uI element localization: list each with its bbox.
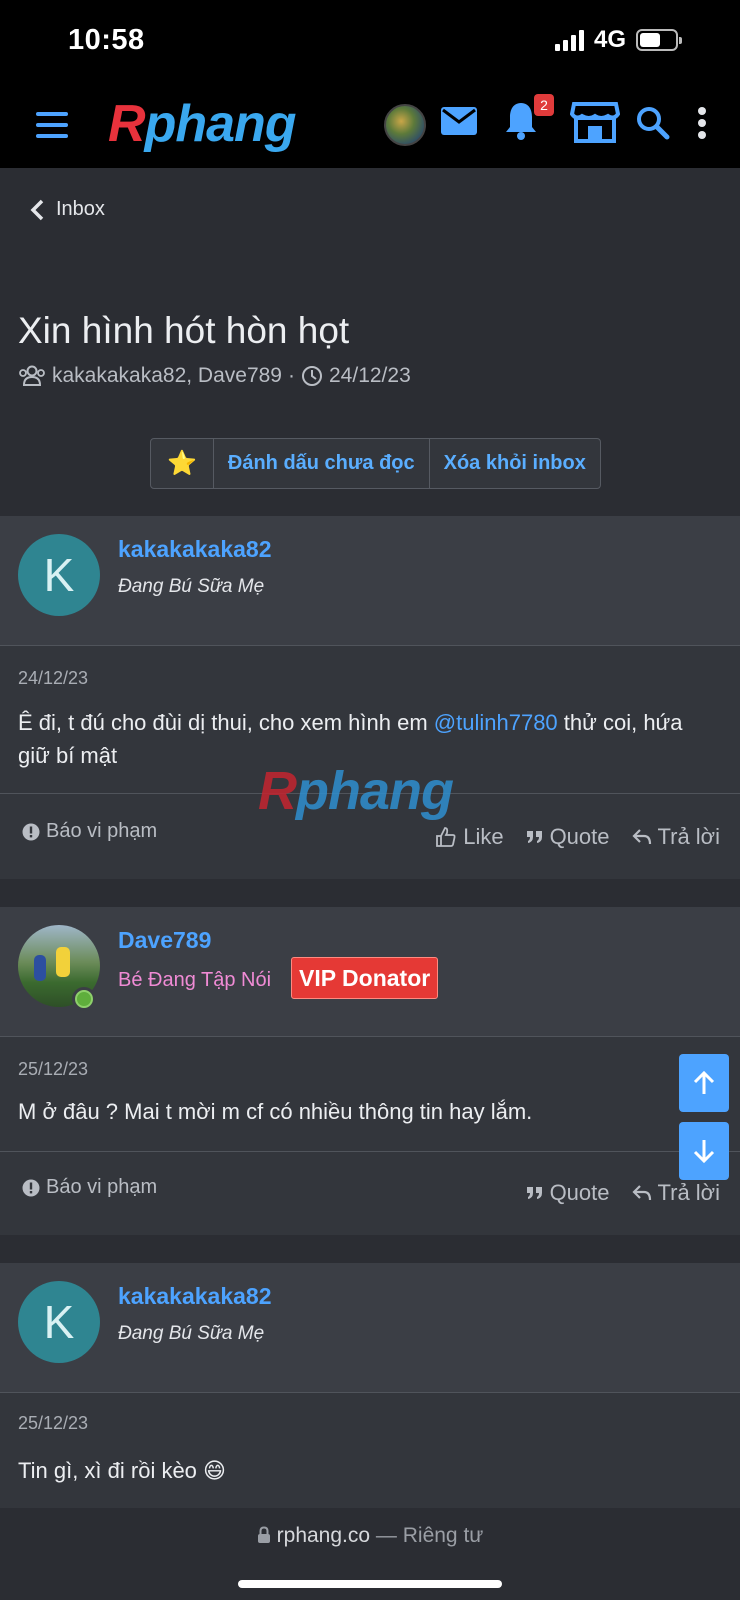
notification-badge: 2: [534, 94, 554, 116]
message-body: M ở đâu ? Mai t mời m cf có nhiều thông …: [18, 1099, 533, 1124]
page-title: Xin hình hót hòn họt: [18, 310, 350, 351]
watermark-logo: Rphang: [258, 761, 454, 821]
meta-separator: ·: [288, 364, 295, 387]
scroll-to-bottom-button[interactable]: [679, 1122, 729, 1180]
browser-url-bar[interactable]: rphang.co — Riêng tư: [0, 1508, 740, 1600]
message-body: Tin gì, xì đi rồi kèo 😄: [18, 1458, 226, 1483]
message-user-header: K kakakakaka82 Đang Bú Sữa Mẹ: [0, 516, 740, 646]
thumbs-up-icon: [436, 827, 456, 847]
scroll-to-top-button[interactable]: [679, 1054, 729, 1112]
reply-button[interactable]: Trả lời: [631, 1180, 720, 1206]
arrow-down-icon: [693, 1140, 715, 1164]
message-user-header: Dave789 Bé Đang Tập Nói VIP Donator: [0, 907, 740, 1037]
quote-button[interactable]: Quote: [526, 824, 610, 850]
arrow-up-icon: [693, 1070, 715, 1094]
users-icon: [19, 365, 45, 386]
message-date: 25/12/23: [18, 1059, 89, 1079]
quote-button[interactable]: Quote: [526, 1180, 610, 1206]
message-date: 25/12/23: [18, 1413, 89, 1433]
vip-donator-banner: VIP Donator: [291, 957, 439, 999]
report-button[interactable]: Báo vi phạm: [22, 820, 157, 843]
message: K kakakakaka82 Đang Bú Sữa Mẹ 25/12/23 T…: [0, 1263, 740, 1508]
message: K kakakakaka82 Đang Bú Sữa Mẹ 24/12/23 Ê…: [0, 516, 740, 879]
clock-icon: [302, 366, 322, 386]
lock-icon: [257, 1526, 270, 1543]
avatar[interactable]: K: [18, 534, 100, 616]
mark-unread-button[interactable]: Đánh dấu chưa đọc: [212, 439, 429, 488]
message-date: 24/12/23: [18, 668, 89, 688]
account-avatar[interactable]: [384, 104, 426, 146]
user-mention[interactable]: @tulinh7780: [434, 710, 558, 735]
message-footer: Báo vi phạm Quote Trả lời: [0, 1151, 740, 1235]
alert-icon: [22, 823, 40, 840]
network-type: 4G: [593, 26, 626, 53]
reply-button[interactable]: Trả lời: [631, 824, 720, 850]
top-nav: Rphang 2: [0, 86, 740, 168]
privacy-label: Riêng tư: [402, 1524, 484, 1547]
chevron-left-icon: [30, 199, 44, 220]
quote-icon: [526, 831, 542, 843]
like-button[interactable]: Like: [435, 824, 504, 850]
user-title: Bé Đang Tập Nói: [118, 969, 272, 991]
alert-icon: [22, 1179, 40, 1196]
message-user-header: K kakakakaka82 Đang Bú Sữa Mẹ: [0, 1263, 740, 1393]
url-domain: rphang.co: [276, 1524, 371, 1547]
quote-icon: [526, 1187, 542, 1199]
report-button[interactable]: Báo vi phạm: [22, 1176, 157, 1199]
username[interactable]: Dave789: [118, 927, 211, 954]
participants[interactable]: kakakakaka82, Dave789: [52, 364, 282, 388]
back-label: Inbox: [56, 198, 105, 220]
reply-icon: [631, 1185, 651, 1201]
menu-icon[interactable]: [36, 112, 68, 138]
message: Dave789 Bé Đang Tập Nói VIP Donator 25/1…: [0, 907, 740, 1235]
conversation-actions: ⭐ Đánh dấu chưa đọc Xóa khỏi inbox: [150, 438, 601, 489]
bell-icon[interactable]: [504, 100, 538, 140]
user-title: Đang Bú Sữa Mẹ: [118, 1323, 265, 1344]
username[interactable]: kakakakaka82: [118, 1283, 272, 1310]
status-bar: 10:58 4G: [0, 0, 740, 86]
reply-icon: [631, 829, 651, 845]
remove-from-inbox-button[interactable]: Xóa khỏi inbox: [428, 439, 600, 488]
store-icon[interactable]: [570, 100, 620, 144]
star-button[interactable]: ⭐: [151, 439, 213, 488]
back-to-inbox-link[interactable]: Inbox: [30, 198, 105, 221]
mail-icon[interactable]: [440, 106, 478, 136]
conversation-meta: kakakakaka82, Dave789 · 24/12/23: [18, 364, 411, 388]
message-actions: Quote Trả lời: [526, 1180, 720, 1206]
conversation-date: 24/12/23: [329, 364, 411, 387]
signal-icon: [554, 29, 584, 51]
battery-icon: [636, 29, 682, 51]
status-indicators: 4G: [554, 26, 682, 54]
status-time: 10:58: [68, 24, 145, 56]
online-status-icon: [72, 987, 96, 1011]
more-vertical-icon[interactable]: [696, 106, 708, 140]
search-icon[interactable]: [636, 106, 670, 140]
user-title: Đang Bú Sữa Mẹ: [118, 576, 265, 597]
home-indicator[interactable]: [238, 1580, 502, 1588]
url-text: rphang.co — Riêng tư: [0, 1524, 740, 1548]
message-actions: Like Quote Trả lời: [435, 824, 720, 850]
avatar[interactable]: K: [18, 1281, 100, 1363]
site-logo[interactable]: Rphang: [108, 94, 297, 154]
username[interactable]: kakakakaka82: [118, 536, 272, 563]
grin-emoji: 😄: [203, 1458, 226, 1483]
